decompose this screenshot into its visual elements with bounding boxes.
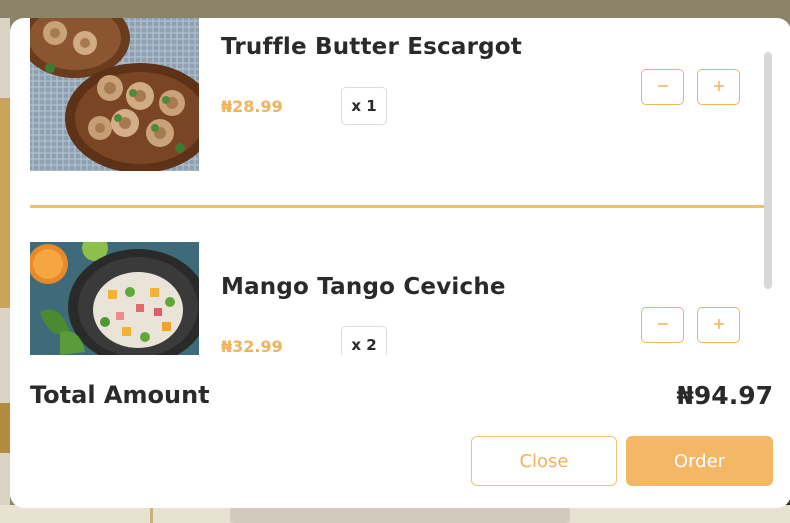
decrement-button[interactable]	[641, 69, 684, 105]
background-image-strip	[0, 403, 10, 453]
item-quantity-badge: x 1	[341, 87, 387, 125]
order-button[interactable]: Order	[626, 436, 773, 486]
increment-button[interactable]	[697, 69, 740, 105]
background-card	[230, 507, 570, 523]
item-price: ₦32.99	[221, 337, 283, 355]
minus-icon	[656, 78, 670, 97]
scrollbar-thumb[interactable]	[764, 52, 772, 289]
increment-button[interactable]	[697, 307, 740, 343]
item-divider	[30, 205, 764, 208]
minus-icon	[656, 316, 670, 335]
total-value: ₦94.97	[676, 381, 773, 410]
item-image-escargot	[30, 18, 199, 171]
item-price: ₦28.99	[221, 97, 283, 116]
item-image-ceviche	[30, 242, 199, 355]
decrement-button[interactable]	[641, 307, 684, 343]
background-page-header	[0, 0, 790, 18]
item-name: Mango Tango Ceviche	[221, 274, 506, 300]
plus-icon	[712, 316, 726, 335]
cart-modal: Truffle Butter Escargot ₦28.99 x 1 Mango…	[10, 18, 790, 508]
cart-item-list[interactable]: Truffle Butter Escargot ₦28.99 x 1 Mango…	[10, 18, 780, 355]
background-image-strip	[0, 98, 10, 308]
plus-icon	[712, 78, 726, 97]
item-name: Truffle Butter Escargot	[221, 34, 522, 60]
background-page-left	[0, 18, 10, 523]
cart-item: Truffle Butter Escargot ₦28.99 x 1	[30, 18, 770, 205]
total-label: Total Amount	[30, 381, 210, 409]
cart-item: Mango Tango Ceviche ₦32.99 x 2	[30, 242, 770, 355]
item-quantity-badge: x 2	[341, 326, 387, 355]
close-button[interactable]: Close	[471, 436, 617, 486]
